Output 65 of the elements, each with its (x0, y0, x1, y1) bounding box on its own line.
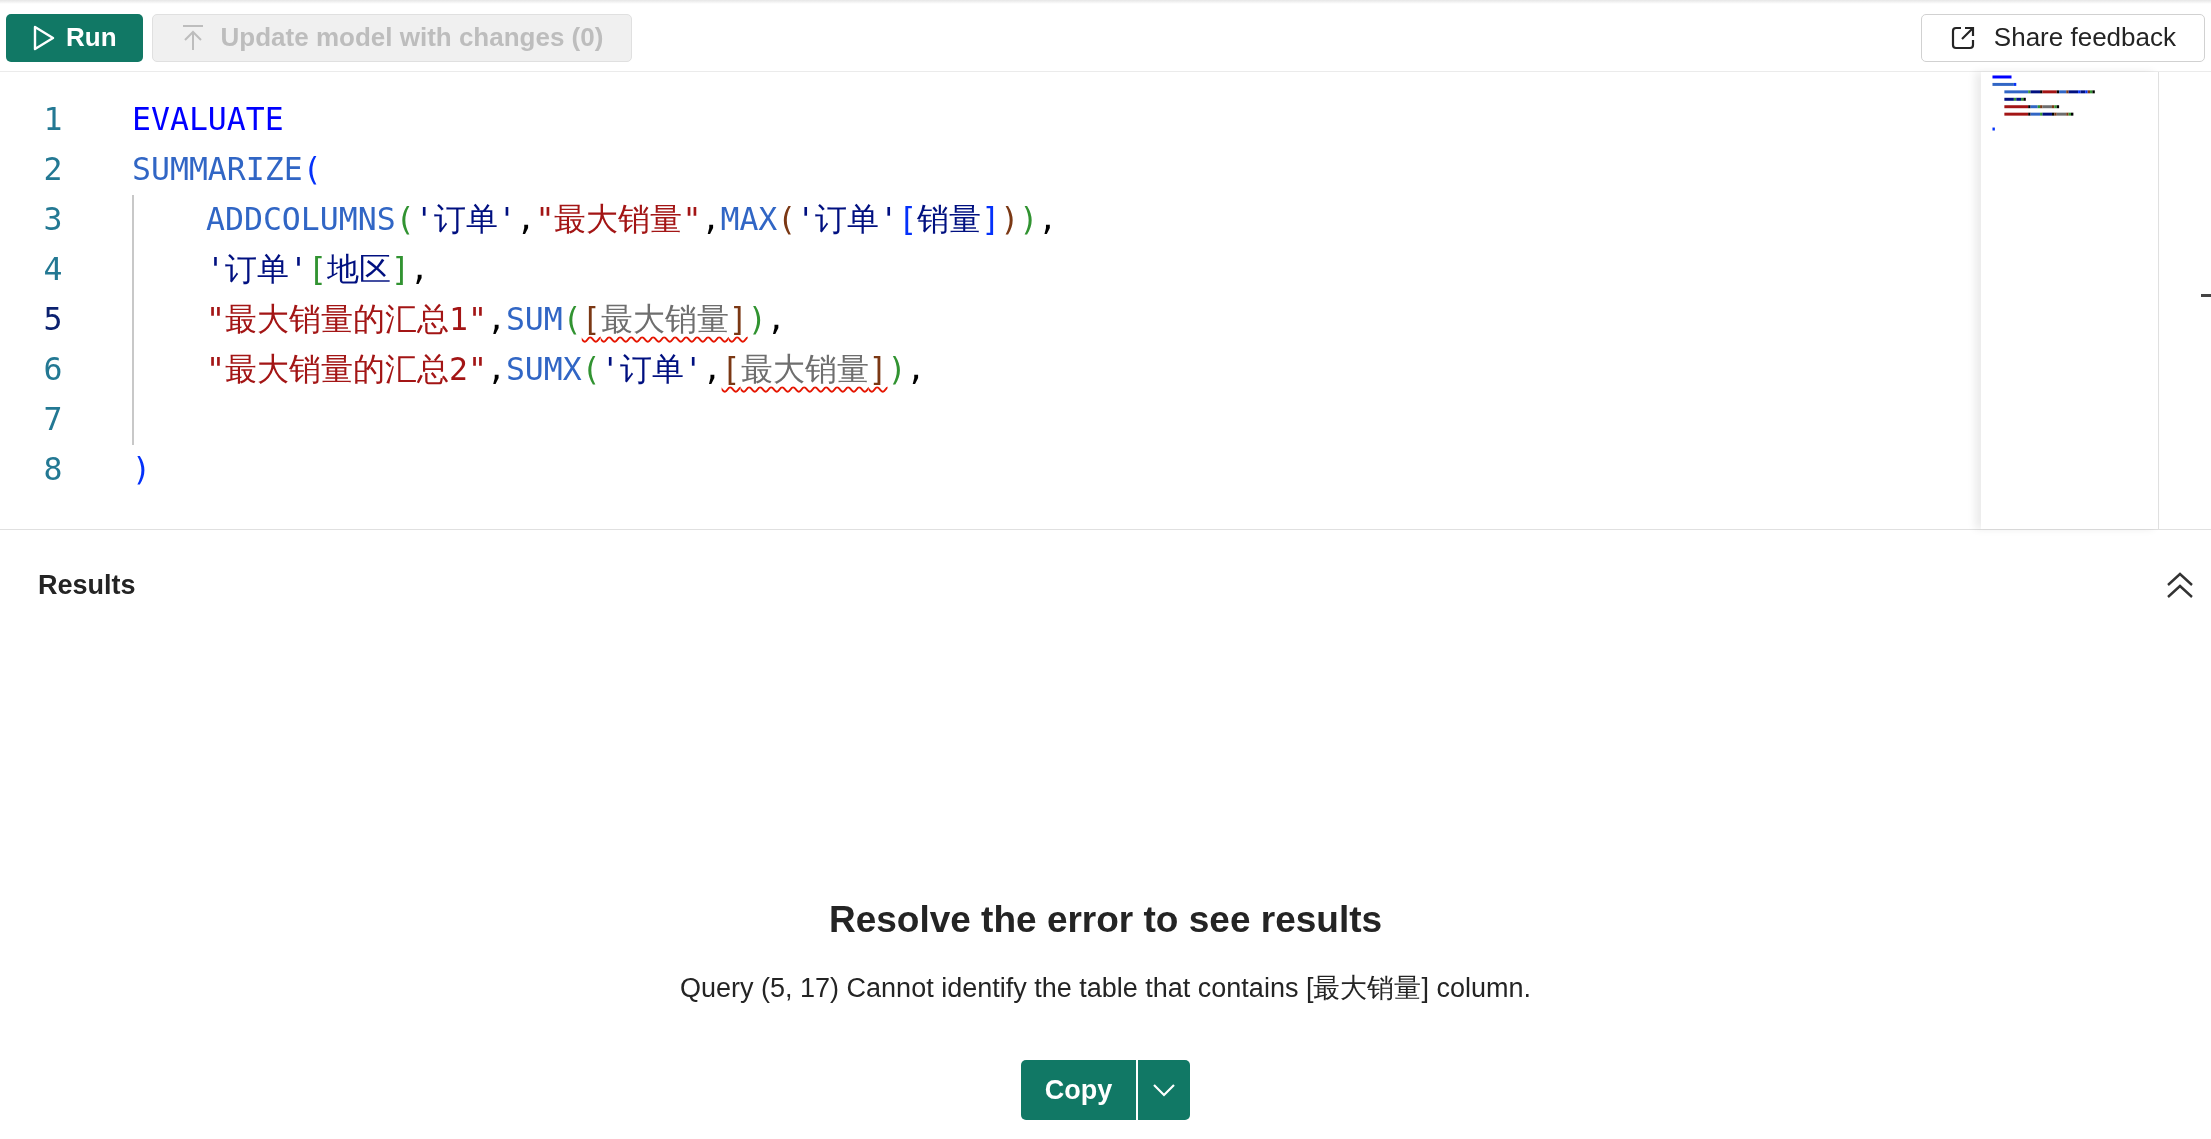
line-number: 6 (42, 350, 64, 390)
code-token: '订单' (600, 350, 703, 390)
code-token: ( (562, 300, 582, 340)
code-token: ] (981, 200, 1001, 240)
code-token: "最大销量的汇总2" (206, 350, 487, 390)
code-token: SUMMARIZE (132, 150, 303, 190)
line-number: 4 (42, 250, 64, 290)
external-link-icon (1949, 24, 1976, 51)
code-token: ( (581, 350, 601, 390)
run-button[interactable]: Run (6, 13, 143, 62)
code-token: ) (747, 300, 767, 340)
code-token: "最大销量的汇总1" (206, 300, 487, 340)
scrollbar-marker (2201, 294, 2211, 297)
code-token: ] (390, 250, 410, 290)
code-token: 销量 (917, 200, 982, 240)
upload-arrow-icon (180, 23, 205, 52)
line-number: 1 (42, 100, 64, 140)
code-token: ) (887, 350, 907, 390)
code-token: , (701, 200, 721, 240)
line-number: 7 (42, 400, 64, 440)
code-token: "最大销量" (535, 200, 702, 240)
share-feedback-button[interactable]: Share feedback (1920, 13, 2205, 62)
results-title: Results (38, 568, 136, 602)
code-token: , (486, 300, 506, 340)
line-number: 8 (42, 450, 64, 490)
code-token: EVALUATE (132, 100, 284, 140)
code-token: ) (1000, 200, 1020, 240)
line-number: 3 (42, 200, 64, 240)
line-number: 2 (42, 150, 64, 190)
code-token: 地区 (326, 250, 391, 290)
code-token: , (1038, 200, 1058, 240)
code-token: MAX (720, 200, 778, 240)
code-token: '订单' (796, 200, 899, 240)
code-token: ( (302, 150, 322, 190)
code-token: , (486, 350, 506, 390)
double-chevron-icon (2165, 571, 2195, 599)
code-token: [ (307, 250, 327, 290)
code-token: , (516, 200, 536, 240)
line-number: 5 (42, 300, 64, 340)
code-token: , (906, 350, 926, 390)
error-code-token: 最大销量 (600, 300, 729, 340)
code-token: ) (1019, 200, 1039, 240)
code-token: '订单' (414, 200, 517, 240)
play-icon (32, 24, 56, 51)
error-message: Query (5, 17) Cannot identify the table that contains [最大销量] column. (680, 971, 1531, 1005)
code-token: ( (777, 200, 797, 240)
copy-button[interactable]: Copy (1020, 1060, 1139, 1120)
error-code-token: ] (868, 350, 888, 390)
code-token: , (702, 350, 722, 390)
error-code-token: [ (581, 300, 601, 340)
error-code-token: [ (721, 350, 741, 390)
code-token: ADDCOLUMNS (206, 200, 396, 240)
error-code-token: 最大销量 (740, 350, 869, 390)
error-code-token: ] (728, 300, 748, 340)
chevron-down-icon (1152, 1083, 1177, 1097)
code-token: SUM (505, 300, 563, 340)
code-token: , (766, 300, 786, 340)
collapse-button[interactable] (2165, 571, 2195, 599)
error-heading: Resolve the error to see results (828, 898, 1383, 942)
code-token: ) (132, 450, 151, 490)
code-token: , (409, 250, 429, 290)
code-token: [ (898, 200, 918, 240)
code-token: SUMX (505, 350, 582, 390)
code-token: '订单' (206, 250, 308, 290)
code-token: ( (395, 200, 415, 240)
